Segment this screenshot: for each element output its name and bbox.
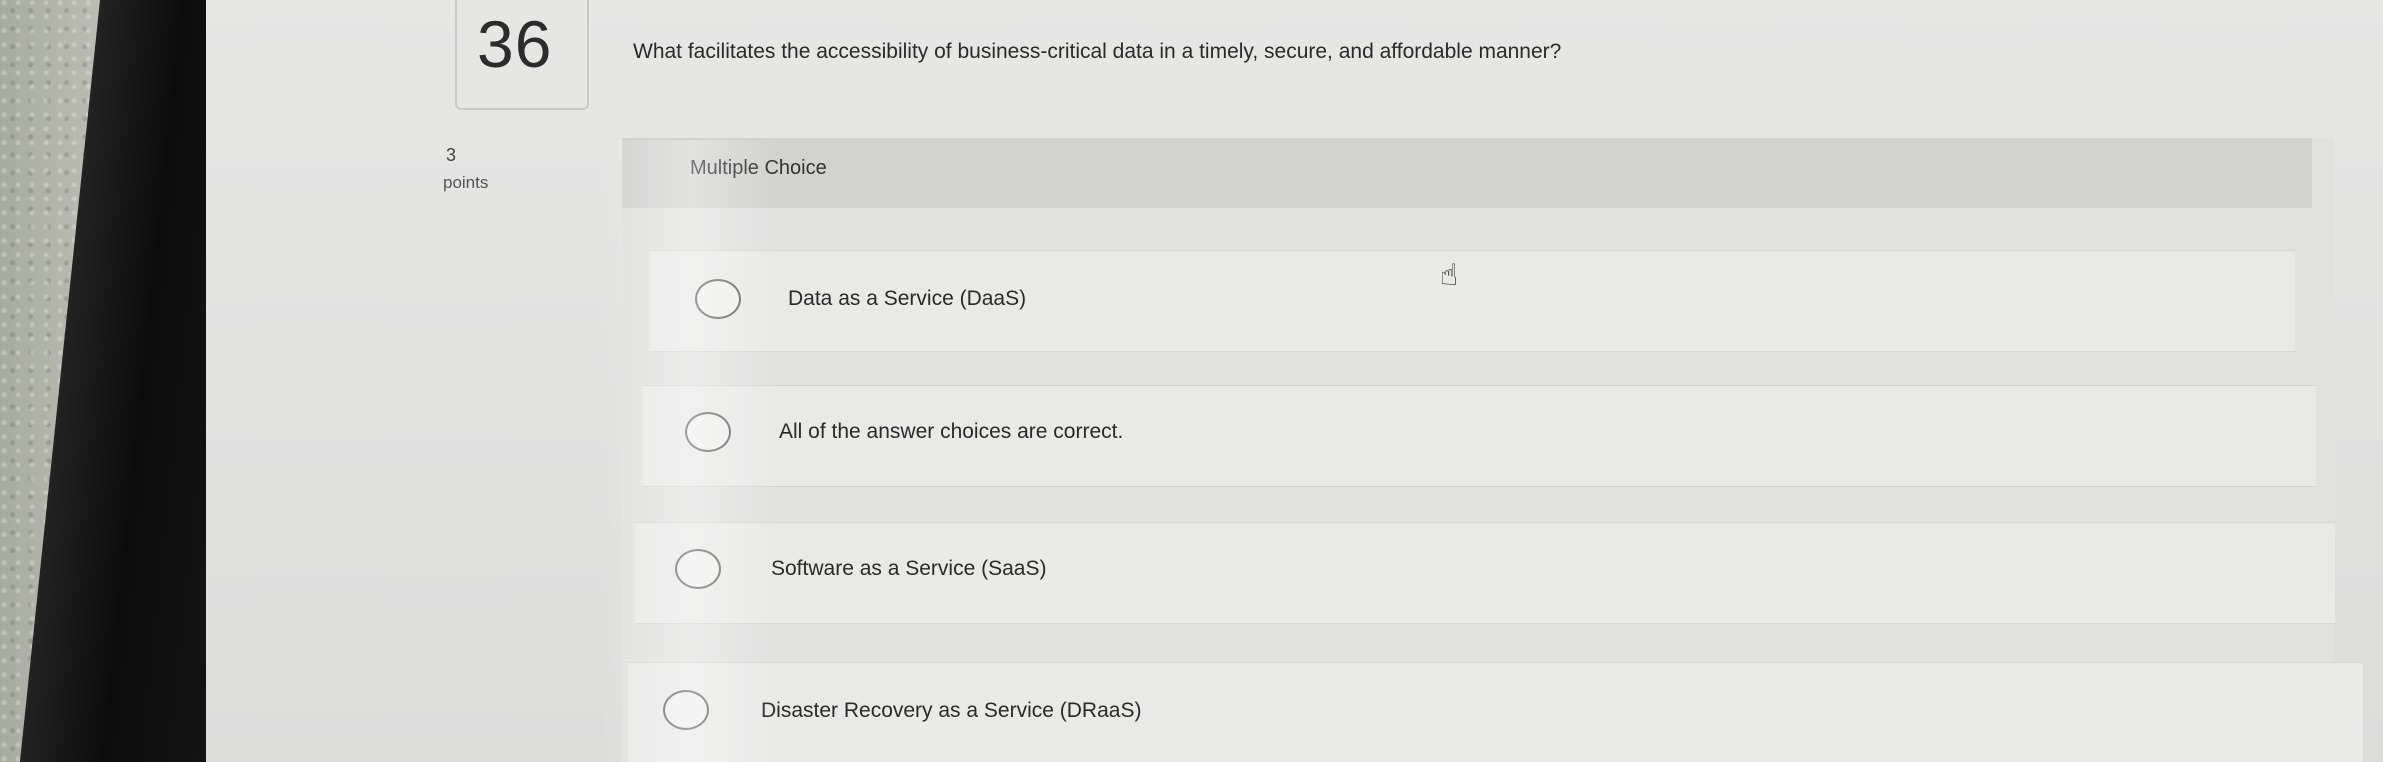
radio-unchecked-icon[interactable]	[695, 279, 741, 319]
points-label: points	[443, 173, 489, 192]
radio-unchecked-icon[interactable]	[675, 549, 721, 589]
answer-option[interactable]: Software as a Service (SaaS)	[635, 522, 2335, 624]
answer-option-label[interactable]: Software as a Service (SaaS)	[771, 557, 1046, 581]
photo-scene: 36 What facilitates the accessibility of…	[0, 0, 2383, 762]
radio-unchecked-icon[interactable]	[685, 412, 731, 452]
radio-unchecked-icon[interactable]	[663, 690, 709, 730]
points-value: 3	[446, 145, 457, 165]
answer-option[interactable]: Data as a Service (DaaS)	[650, 250, 2295, 352]
answer-option-label[interactable]: Disaster Recovery as a Service (DRaaS)	[761, 699, 1141, 723]
hand-pointer-icon: ☝	[1440, 259, 1459, 292]
answer-option[interactable]: Disaster Recovery as a Service (DRaaS)	[628, 662, 2363, 762]
question-number: 36	[477, 7, 553, 81]
answer-type-label: Multiple Choice	[690, 157, 827, 179]
answer-option-label[interactable]: Data as a Service (DaaS)	[788, 287, 1026, 311]
answer-option-label[interactable]: All of the answer choices are correct.	[779, 420, 1123, 444]
answer-type-header	[622, 138, 2312, 208]
answer-option[interactable]: All of the answer choices are correct.	[643, 385, 2316, 487]
question-text: What facilitates the accessibility of bu…	[633, 40, 1562, 63]
